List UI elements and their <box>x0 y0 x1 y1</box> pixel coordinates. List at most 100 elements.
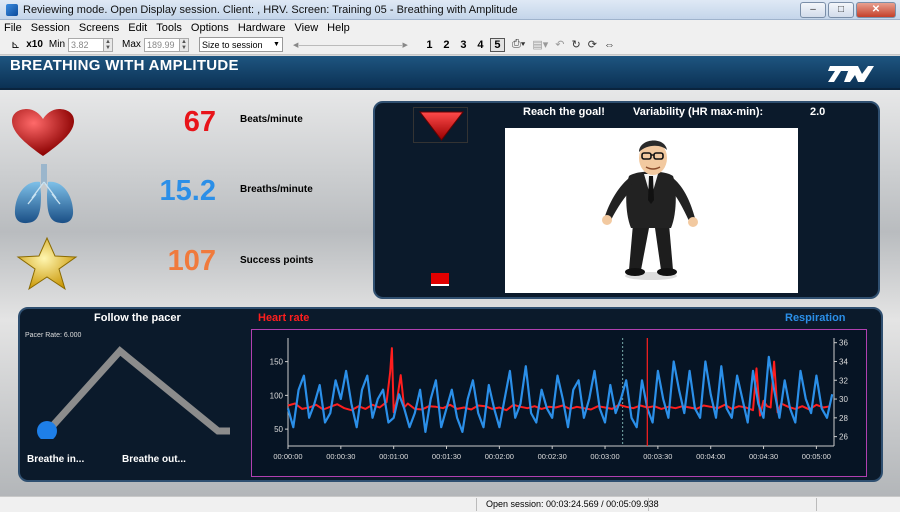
x-tick-label: 00:00:00 <box>273 452 302 461</box>
x-tick-label: 00:03:00 <box>590 452 619 461</box>
menu-view[interactable]: View <box>295 22 319 34</box>
lungs-icon <box>14 164 74 224</box>
max-spinner[interactable]: ▲ ▼ <box>179 37 189 52</box>
respiration-chart-title: Respiration <box>785 312 846 324</box>
menu-tools[interactable]: Tools <box>156 22 182 34</box>
status-bar: Open session: 00:03:24.569 / 00:05:09.93… <box>0 496 900 512</box>
variability-value: 2.0 <box>810 106 826 118</box>
scale-icon[interactable]: ⊾ <box>11 38 20 51</box>
y-left-tick-label: 50 <box>274 425 283 434</box>
x-tick-label: 00:01:30 <box>432 452 461 461</box>
close-button[interactable]: ✕ <box>856 1 896 18</box>
menu-options[interactable]: Options <box>191 22 229 34</box>
status-separator <box>648 498 649 511</box>
restore-button[interactable]: □ <box>828 1 854 18</box>
minimize-button[interactable]: – <box>800 1 826 18</box>
x-tick-label: 00:01:00 <box>379 452 408 461</box>
window-controls: – □ ✕ <box>798 1 896 18</box>
menu-help[interactable]: Help <box>327 22 350 34</box>
size-select-value: Size to session <box>201 39 263 50</box>
scale-label[interactable]: x10 <box>26 39 43 50</box>
animation-viewport <box>505 128 798 293</box>
expand-icon[interactable]: ⇔ <box>604 39 615 51</box>
page-1-button[interactable]: 1 <box>422 39 437 51</box>
menu-hardware[interactable]: Hardware <box>238 22 286 34</box>
y-right-tick-label: 28 <box>839 414 848 423</box>
page-2-button[interactable]: 2 <box>439 39 454 51</box>
y-left-tick-label: 150 <box>270 358 284 367</box>
max-input[interactable] <box>143 37 180 52</box>
x-tick-label: 00:02:30 <box>538 452 567 461</box>
timeline-slider[interactable]: ◀ ▶ <box>293 38 408 52</box>
x-tick-label: 00:03:30 <box>643 452 672 461</box>
min-input[interactable] <box>68 37 105 52</box>
record-icon[interactable]: ⟳ <box>588 38 597 51</box>
variability-label: Variability (HR max-min): <box>633 106 764 118</box>
pacer-graphic <box>37 346 230 439</box>
brand-logo-icon <box>828 66 874 82</box>
heart-rate-label: Beats/minute <box>240 114 303 125</box>
menu-session[interactable]: Session <box>31 22 70 34</box>
y-right-tick-label: 32 <box>839 376 848 385</box>
success-points-value: 107 <box>167 245 216 277</box>
triangle-down-icon <box>418 111 465 141</box>
pacer-rate-text: Pacer Rate: 6.000 <box>25 332 82 339</box>
refresh-icon[interactable]: ↻ <box>572 38 581 51</box>
goal-down-button[interactable] <box>413 107 468 143</box>
heart-icon <box>12 109 74 156</box>
layout-icon[interactable]: ▤▾ <box>532 38 548 51</box>
slider-right-icon[interactable]: ▶ <box>403 41 408 49</box>
y-left-tick-label: 100 <box>270 391 284 400</box>
toolbar: ⊾ x10 Min ▲▼ Max ▲▼ Size to session ▼ ◀ … <box>0 35 900 55</box>
size-select[interactable]: Size to session ▼ <box>198 37 283 52</box>
training-screen: BREATHING WITH AMPLITUDE 67 Beats/minute… <box>0 56 900 496</box>
breath-rate-value: 15.2 <box>159 175 216 207</box>
businessman-character-icon <box>602 140 698 280</box>
goal-panel: Reach the goal! Variability (HR max-min)… <box>373 101 880 299</box>
x-tick-label: 00:04:30 <box>749 452 778 461</box>
window-title: Reviewing mode. Open Display session. Cl… <box>23 3 518 16</box>
goal-indicator <box>431 273 449 286</box>
app-icon <box>6 3 18 16</box>
print-icon[interactable]: ⎙▾ <box>512 38 525 51</box>
success-points-label: Success points <box>240 255 314 266</box>
status-separator <box>476 498 477 511</box>
menu-bar: File Session Screens Edit Tools Options … <box>0 20 900 35</box>
reach-goal-text: Reach the goal! <box>523 106 605 118</box>
menu-edit[interactable]: Edit <box>128 22 147 34</box>
x-tick-label: 00:02:00 <box>485 452 514 461</box>
page-5-button[interactable]: 5 <box>489 37 505 52</box>
slider-left-icon[interactable]: ◀ <box>293 41 298 49</box>
max-label: Max <box>122 39 141 50</box>
y-right-tick-label: 36 <box>839 339 848 348</box>
chevron-down-icon: ▼ <box>273 41 280 48</box>
window-title-bar[interactable]: Reviewing mode. Open Display session. Cl… <box>0 0 900 20</box>
min-label: Min <box>48 39 66 50</box>
page-title: BREATHING WITH AMPLITUDE <box>10 57 239 74</box>
screen-header: BREATHING WITH AMPLITUDE <box>0 56 900 90</box>
y-right-tick-label: 30 <box>839 395 848 404</box>
breathe-in-label: Breathe in... <box>27 454 85 465</box>
breath-rate-label: Breaths/minute <box>240 184 313 195</box>
y-right-tick-label: 34 <box>839 357 848 366</box>
heart-rate-value: 67 <box>183 106 216 138</box>
status-separator <box>816 498 817 511</box>
x-tick-label: 00:05:00 <box>802 452 831 461</box>
heart-rate-chart-title: Heart rate <box>258 312 310 324</box>
star-icon <box>16 236 78 291</box>
pacer-panel: Follow the pacer Pacer Rate: 6.000 Breat… <box>18 307 883 482</box>
session-time-status: Open session: 00:03:24.569 / 00:05:09.93… <box>486 499 659 509</box>
hr-resp-chart[interactable]: 50 100 150 26 28 30 32 34 36 00:00:00 00:00:30 00:0… <box>251 329 867 477</box>
chart-svg: 50 100 150 26 28 30 32 34 36 00:00:00 00:00:30 00:0… <box>270 338 848 461</box>
menu-file[interactable]: File <box>4 22 22 34</box>
y-right-tick-label: 26 <box>839 433 848 442</box>
x-tick-label: 00:00:30 <box>326 452 355 461</box>
respiration-series <box>286 355 834 434</box>
page-4-button[interactable]: 4 <box>473 39 488 51</box>
min-spinner[interactable]: ▲ ▼ <box>104 37 114 52</box>
breathe-out-label: Breathe out... <box>122 454 186 465</box>
menu-screens[interactable]: Screens <box>79 22 119 34</box>
page-3-button[interactable]: 3 <box>456 39 471 51</box>
undo-icon[interactable]: ↶ <box>555 38 564 51</box>
pacer-title: Follow the pacer <box>94 312 181 324</box>
